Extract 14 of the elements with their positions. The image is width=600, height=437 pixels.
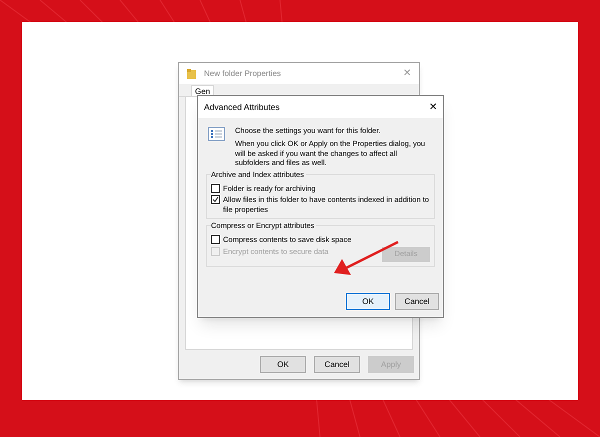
check-icon [212,196,219,203]
close-icon[interactable]: ✕ [429,100,437,114]
checkbox[interactable] [211,235,220,244]
checkbox[interactable] [211,184,220,192]
folder-icon [187,68,196,78]
tab[interactable]: Gen [191,85,214,96]
checkbox[interactable] [211,195,220,204]
ok-button[interactable]: OK [260,356,306,373]
list-icon [208,127,225,141]
dialog-title: Advanced Attributes [204,100,281,114]
ok-button[interactable]: OK [346,293,390,310]
cancel-button[interactable]: Cancel [395,293,439,310]
cancel-button[interactable]: Cancel [314,356,360,373]
window-title: New folder Properties [204,68,281,80]
